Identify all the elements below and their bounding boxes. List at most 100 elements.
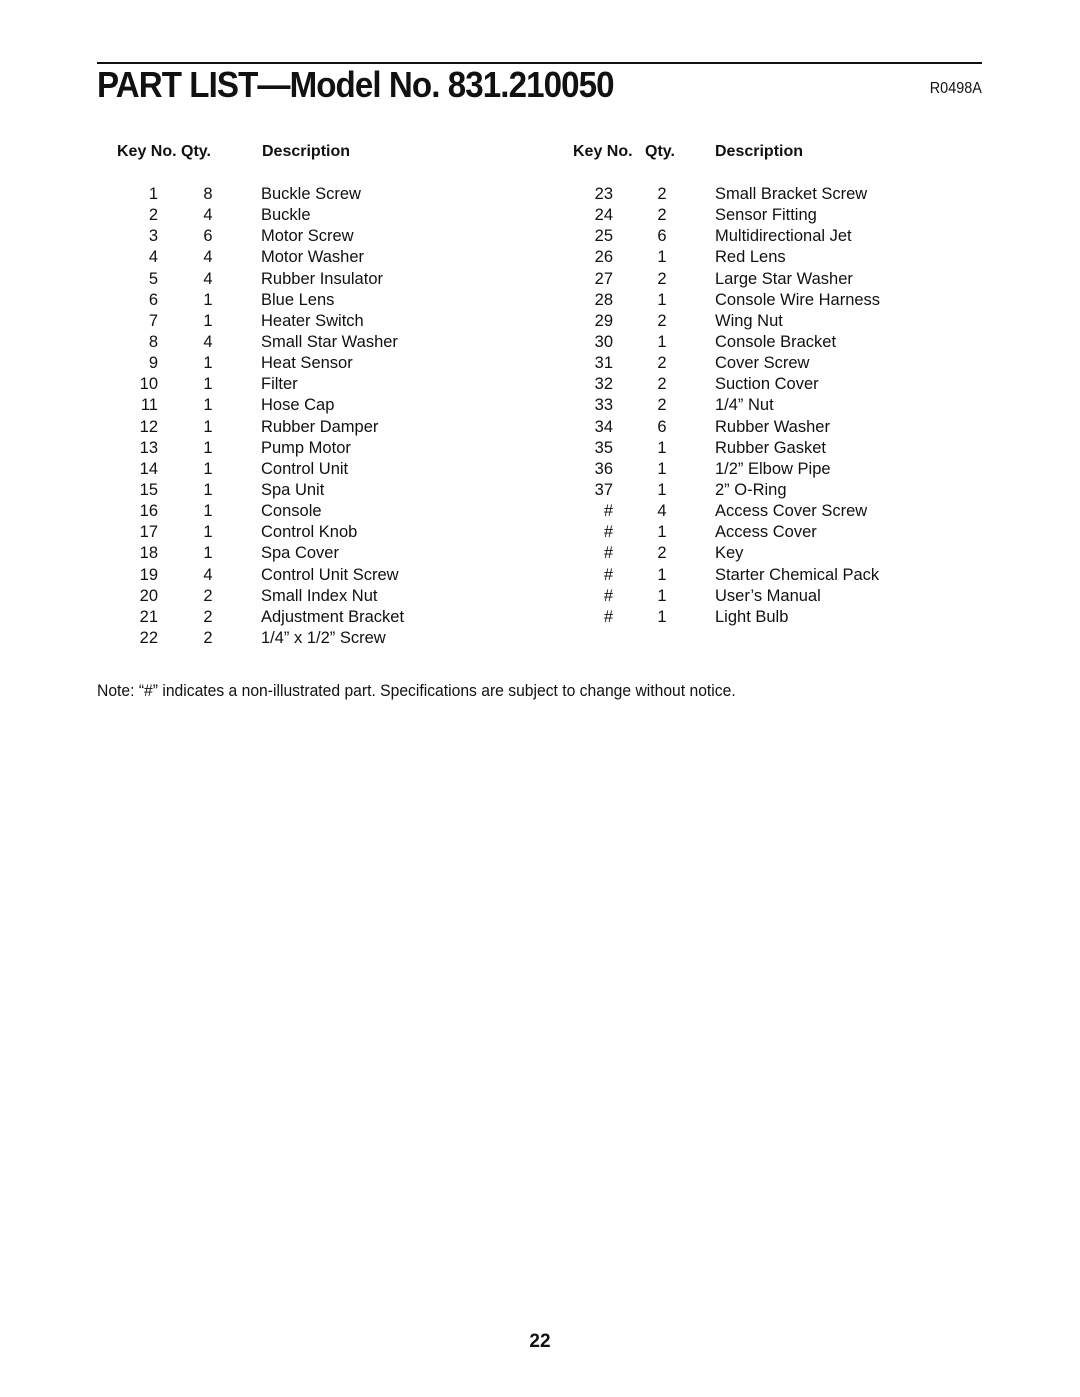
- key-no-cell: #: [603, 607, 613, 626]
- qty-cell: 8: [203, 185, 213, 203]
- qty-cell: 1: [203, 396, 213, 415]
- qty-cell: 1: [657, 290, 667, 309]
- key-no-cell: 28: [594, 290, 613, 309]
- description-cell: Key: [715, 544, 744, 563]
- key-no-cell: 23: [594, 185, 613, 203]
- key-no-cell: 26: [594, 248, 613, 267]
- qty-cell: 1: [203, 459, 213, 478]
- qty-cell: 1: [203, 544, 213, 563]
- description-cell: Starter Chemical Pack: [715, 565, 880, 584]
- qty-cell: 2: [657, 354, 667, 373]
- qty-cell: 2: [203, 628, 213, 647]
- qty-cell: 1: [657, 438, 667, 457]
- key-no-cell: 12: [139, 417, 158, 436]
- description-cell: Rubber Insulator: [261, 269, 383, 288]
- qty-cell: 4: [203, 332, 213, 351]
- qty-cell: 6: [657, 417, 667, 436]
- key-no-cell: 2: [148, 206, 158, 225]
- key-no-cell: 18: [139, 544, 158, 563]
- description-cell: Blue Lens: [261, 290, 335, 309]
- key-no-cell: 9: [148, 354, 158, 373]
- key-no-cell: 25: [594, 227, 613, 246]
- document-code: R0498A: [929, 80, 982, 97]
- description-cell: Small Bracket Screw: [715, 185, 868, 203]
- qty-cell: 1: [657, 248, 667, 267]
- description-cell: Console: [261, 502, 322, 521]
- qty-cell: 2: [657, 544, 667, 563]
- qty-cell: 4: [203, 565, 213, 584]
- key-no-cell: 32: [594, 375, 613, 394]
- qty-cell: 6: [657, 227, 667, 246]
- description-cell: 1/4” x 1/2” Screw: [261, 628, 386, 647]
- qty-cell: 2: [657, 311, 667, 330]
- description-cell: Access Cover: [715, 523, 817, 542]
- description-cell: Sensor Fitting: [715, 206, 817, 225]
- description-cell: Light Bulb: [715, 607, 789, 626]
- description-cell: Adjustment Bracket: [261, 607, 405, 626]
- description-cell: Heat Sensor: [261, 354, 353, 373]
- description-cell: Cover Screw: [715, 354, 810, 373]
- key-no-cell: 24: [594, 206, 613, 225]
- qty-cell: 1: [657, 586, 667, 605]
- key-no-cell: 20: [139, 586, 158, 605]
- page-number: 22: [529, 1331, 551, 1352]
- key-no-cell: 21: [139, 607, 158, 626]
- key-no-cell: #: [603, 544, 613, 563]
- key-no-cell: 29: [594, 311, 613, 330]
- header-description: Description: [715, 143, 804, 160]
- key-no-cell: 16: [139, 502, 158, 521]
- key-no-cell: 5: [148, 269, 158, 288]
- key-no-cell: 15: [139, 480, 158, 499]
- description-cell: Spa Cover: [261, 544, 339, 563]
- header-qty: Qty.: [181, 143, 211, 160]
- key-no-cell: 36: [594, 459, 613, 478]
- key-no-cell: #: [603, 586, 613, 605]
- key-no-cell: 33: [594, 396, 613, 415]
- qty-cell: 2: [657, 375, 667, 394]
- description-cell: 2” O-Ring: [715, 480, 787, 499]
- description-cell: Control Unit Screw: [261, 565, 399, 584]
- header-key-no: Key No.: [117, 143, 177, 160]
- qty-cell: 1: [203, 480, 213, 499]
- qty-cell: 4: [657, 502, 667, 521]
- description-cell: Pump Motor: [261, 438, 351, 457]
- qty-cell: 2: [657, 269, 667, 288]
- qty-cell: 1: [203, 502, 213, 521]
- key-no-cell: #: [603, 502, 613, 521]
- key-no-cell: 4: [148, 248, 158, 267]
- qty-cell: 1: [203, 311, 213, 330]
- description-cell: Rubber Gasket: [715, 438, 826, 457]
- description-cell: Filter: [261, 375, 298, 394]
- key-no-cell: 37: [594, 480, 613, 499]
- key-no-cell: 35: [594, 438, 613, 457]
- description-cell: Motor Screw: [261, 227, 354, 246]
- description-cell: Motor Washer: [261, 248, 364, 267]
- key-no-cell: 19: [139, 565, 158, 584]
- key-no-cell: #: [603, 523, 613, 542]
- description-cell: Red Lens: [715, 248, 786, 267]
- description-cell: Console Wire Harness: [715, 290, 881, 309]
- description-cell: Rubber Washer: [715, 417, 830, 436]
- description-cell: Small Index Nut: [261, 586, 378, 605]
- description-cell: Control Unit: [261, 459, 349, 478]
- qty-cell: 1: [657, 523, 667, 542]
- qty-cell: 1: [657, 332, 667, 351]
- qty-cell: 1: [657, 459, 667, 478]
- key-no-cell: #: [603, 565, 613, 584]
- description-cell: Console Bracket: [715, 332, 837, 351]
- description-cell: Access Cover Screw: [715, 502, 868, 521]
- description-cell: Hose Cap: [261, 396, 335, 415]
- qty-cell: 2: [657, 396, 667, 415]
- description-cell: User’s Manual: [715, 586, 821, 605]
- description-cell: Heater Switch: [261, 311, 364, 330]
- qty-cell: 2: [657, 206, 667, 225]
- qty-cell: 1: [203, 523, 213, 542]
- key-no-cell: 22: [139, 628, 158, 647]
- qty-cell: 1: [203, 375, 213, 394]
- qty-cell: 1: [203, 417, 213, 436]
- key-no-cell: 34: [594, 417, 613, 436]
- key-no-cell: 7: [148, 311, 158, 330]
- key-no-cell: 31: [594, 354, 613, 373]
- key-no-cell: 3: [148, 227, 158, 246]
- key-no-cell: 13: [139, 438, 158, 457]
